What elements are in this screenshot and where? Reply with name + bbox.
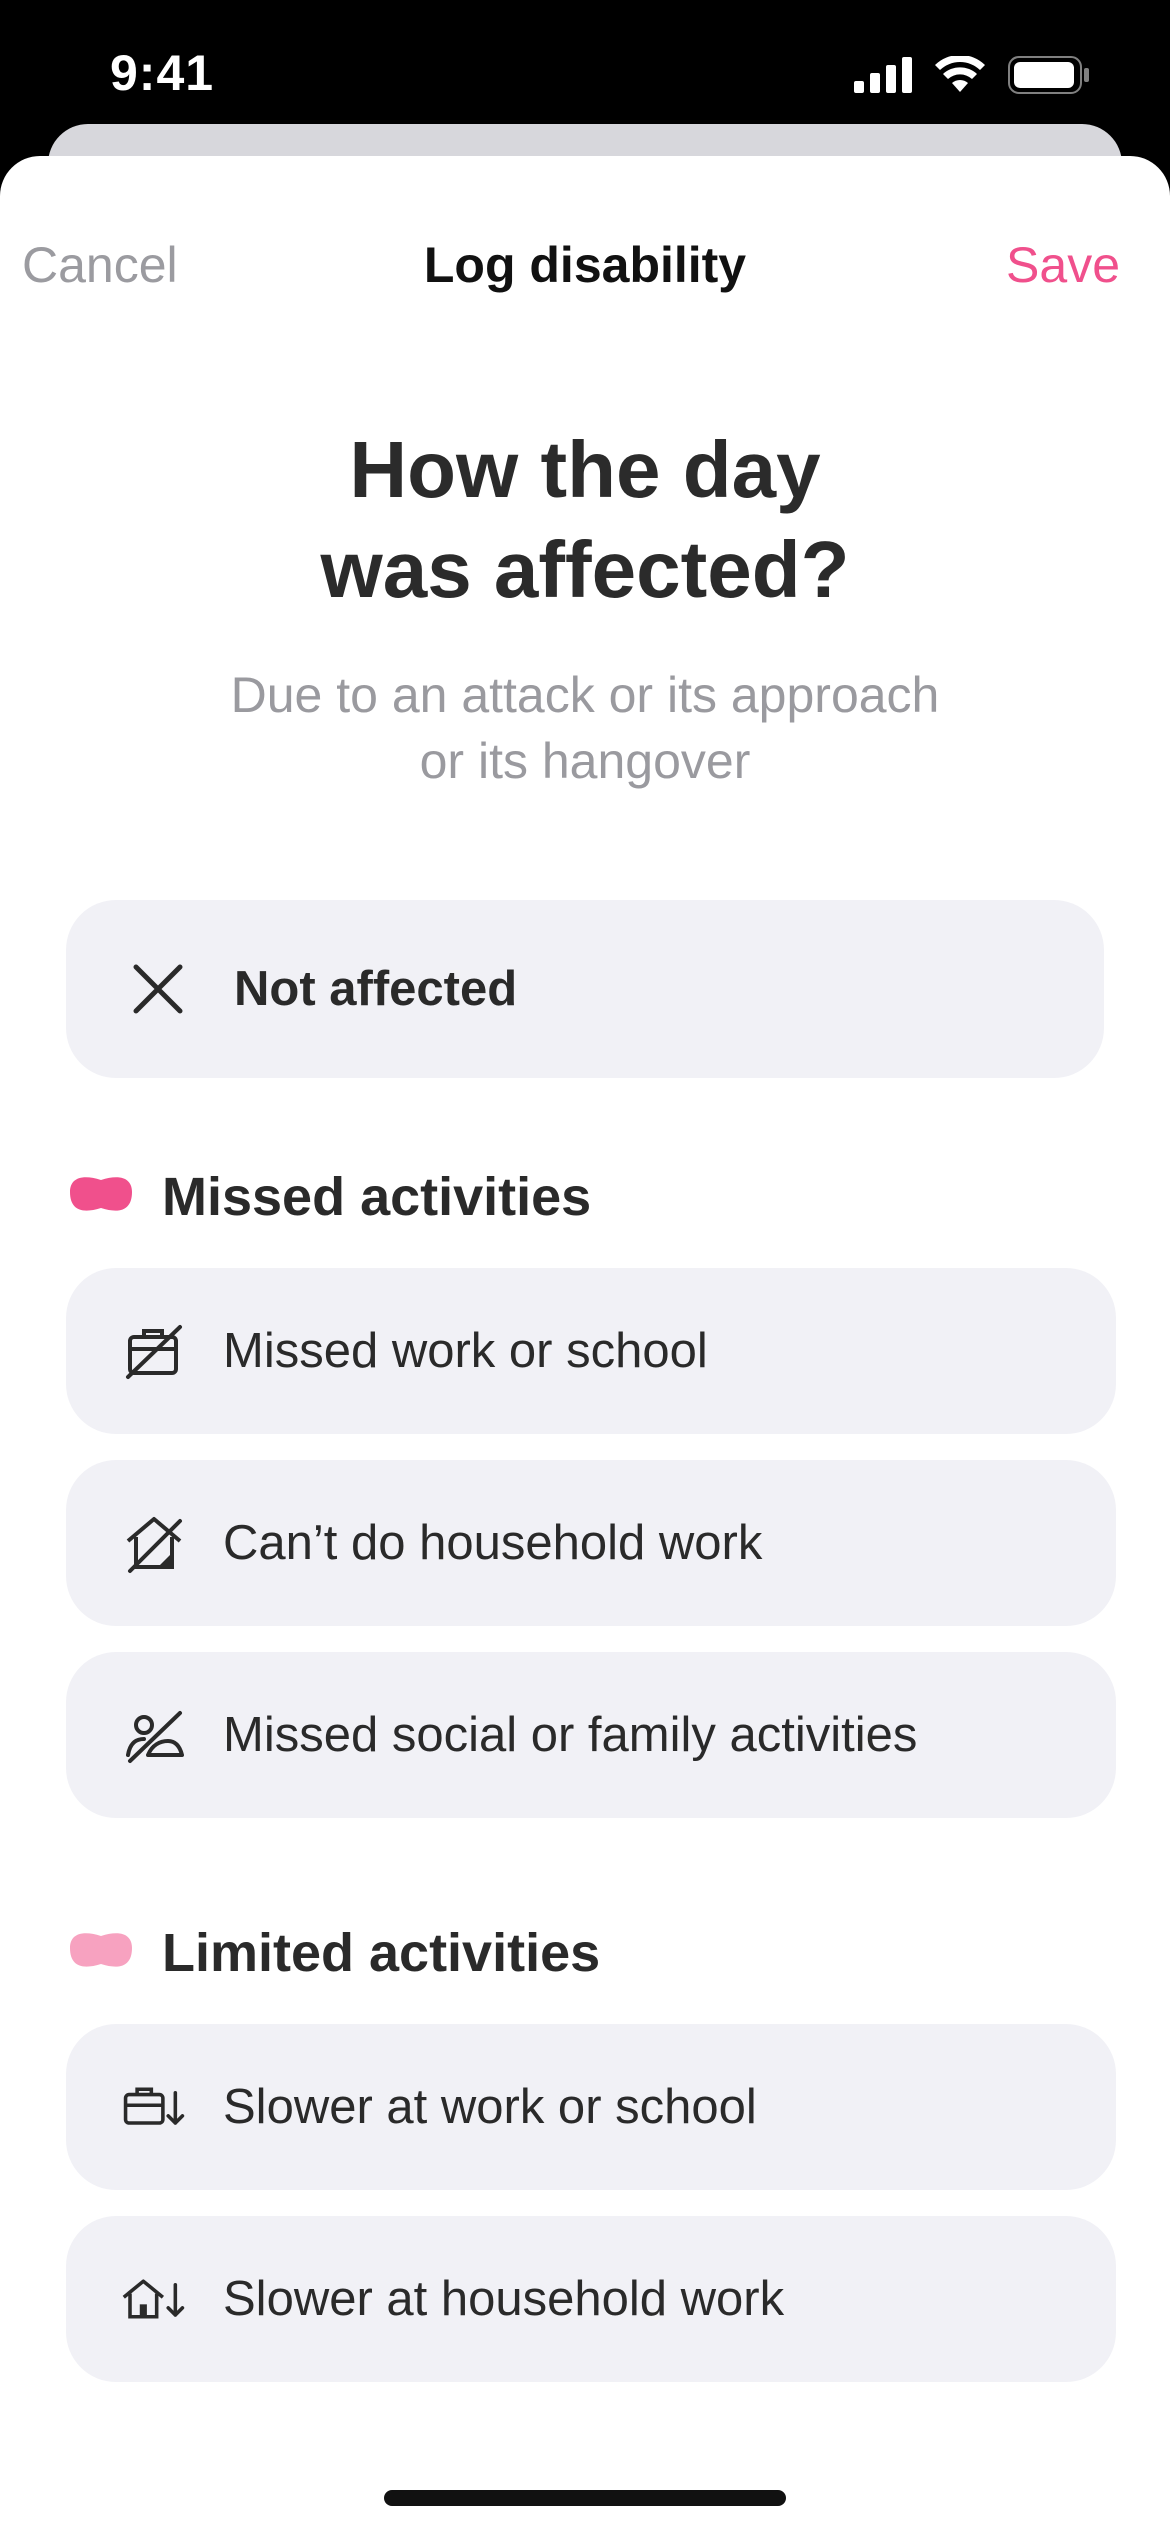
option-slower-at-household-work[interactable]: Slower at household work — [66, 2216, 1116, 2382]
home-down-icon — [122, 2279, 185, 2319]
section-title-limited-activities: Limited activities — [162, 1923, 601, 1983]
option-cant-do-household-work[interactable]: Can’t do household work — [66, 1460, 1116, 1626]
cellular-signal-icon — [854, 57, 912, 93]
briefcase-down-icon — [123, 2087, 185, 2125]
home-indicator[interactable] — [384, 2490, 786, 2506]
option-label: Can’t do household work — [223, 1516, 763, 1570]
social-off-icon — [126, 1711, 184, 1763]
option-label: Slower at work or school — [223, 2080, 757, 2134]
battery-icon — [1008, 56, 1089, 94]
option-label: Missed social or family activities — [223, 1708, 918, 1762]
option-not-affected[interactable]: Not affected — [66, 900, 1104, 1078]
option-missed-work-or-school[interactable]: Missed work or school — [66, 1268, 1116, 1434]
page-title: How the day was affected? — [0, 420, 1170, 620]
page-subtitle-line-1: Due to an attack or its approach — [230, 667, 940, 723]
option-slower-at-work-or-school[interactable]: Slower at work or school — [66, 2024, 1116, 2190]
section-title-missed-activities: Missed activities — [162, 1167, 592, 1227]
option-label: Missed work or school — [223, 1324, 708, 1378]
option-label: Slower at household work — [223, 2272, 785, 2326]
page-subtitle-line-2: or its hangover — [419, 733, 751, 789]
limited-activities-color-chip — [70, 1933, 132, 1967]
cancel-button[interactable]: Cancel — [22, 236, 178, 294]
wifi-icon — [935, 56, 985, 92]
page-title-line-1: How the day — [349, 425, 821, 514]
page-subtitle: Due to an attack or its approach or its … — [0, 662, 1170, 794]
option-missed-social-or-family-activities[interactable]: Missed social or family activities — [66, 1652, 1116, 1818]
missed-activities-color-chip — [70, 1177, 132, 1211]
status-icons — [854, 56, 1090, 94]
save-button[interactable]: Save — [1006, 236, 1120, 294]
page-title-line-2: was affected? — [320, 525, 850, 614]
status-time: 9:41 — [110, 45, 215, 101]
work-off-icon — [126, 1325, 182, 1379]
option-label: Not affected — [234, 962, 518, 1016]
close-icon — [133, 964, 183, 1014]
home-off-icon — [126, 1517, 182, 1573]
